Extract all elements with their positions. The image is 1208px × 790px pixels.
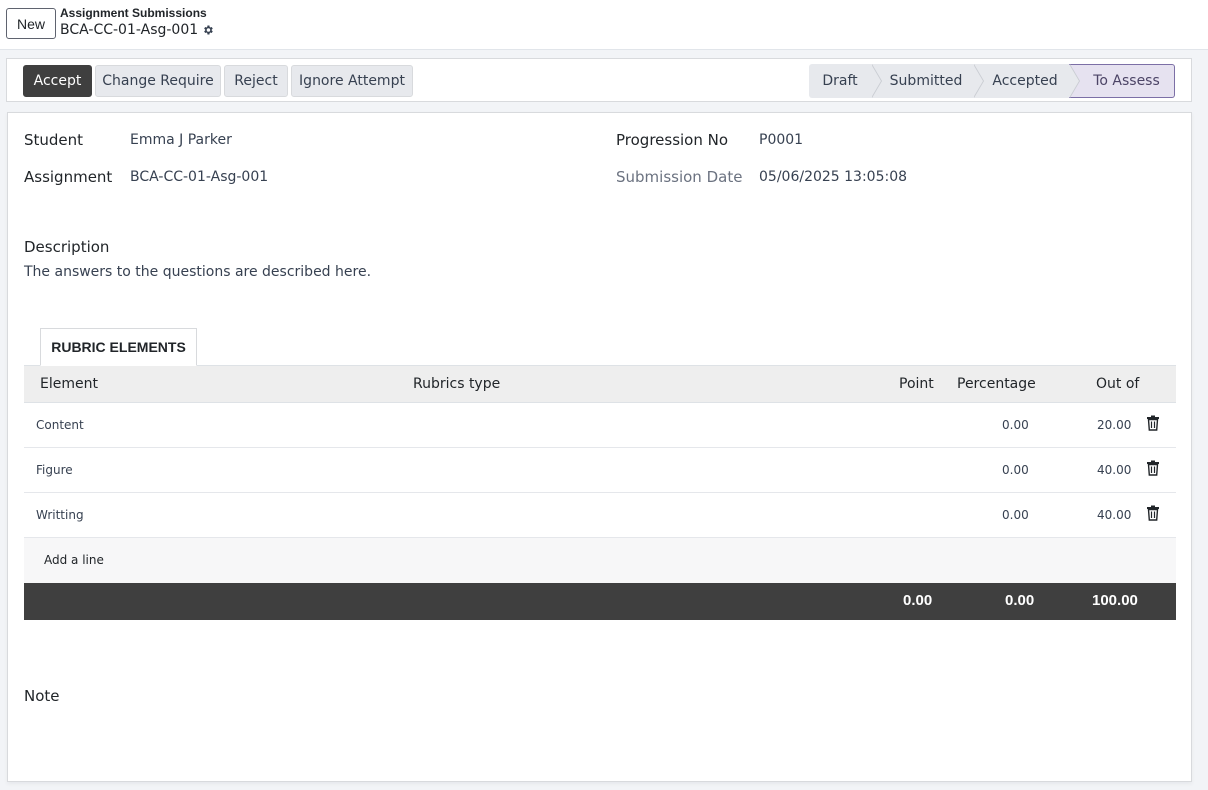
stage-label: Submitted: [889, 73, 963, 89]
submission-date-field: 05/06/2025 13:05:08: [759, 169, 908, 185]
stage-label: To Assess: [1093, 73, 1160, 89]
breadcrumb-parent[interactable]: Assignment Submissions: [60, 6, 207, 20]
total-percentage: 0.00: [1005, 592, 1035, 609]
stage-to-assess[interactable]: To Assess: [1069, 64, 1175, 98]
trash-icon[interactable]: [1146, 415, 1160, 431]
total-point: 0.00: [903, 592, 933, 609]
cell-out-of: 40.00: [1097, 463, 1132, 477]
stage-accepted[interactable]: Accepted: [973, 64, 1080, 98]
cell-out-of: 20.00: [1097, 418, 1132, 432]
total-out-of: 100.00: [1092, 592, 1138, 609]
table-header: Element Rubrics type Point Percentage Ou…: [24, 365, 1176, 403]
submission-date-label: Submission Date: [616, 168, 743, 186]
table-row[interactable]: Figure 0.00 40.00: [24, 448, 1176, 493]
note-label: Note: [24, 687, 60, 705]
table-row[interactable]: Writting 0.00 40.00: [24, 493, 1176, 538]
table-footer-totals: 0.00 0.00 100.00: [24, 583, 1176, 620]
column-element[interactable]: Element: [40, 376, 98, 392]
tab-rubric-elements[interactable]: RUBRIC ELEMENTS: [40, 328, 197, 366]
cell-element: Writting: [36, 508, 84, 522]
column-rubrics-type[interactable]: Rubrics type: [413, 376, 500, 392]
ignore-attempt-button[interactable]: Ignore Attempt: [291, 65, 413, 97]
statusbar: Accept Change Require Reject Ignore Atte…: [6, 58, 1192, 102]
note-field[interactable]: [24, 713, 1174, 763]
table-row[interactable]: Content 0.00 20.00: [24, 403, 1176, 448]
stage-label: Accepted: [992, 73, 1058, 89]
student-label: Student: [24, 131, 84, 149]
stage-pipeline: Draft Submitted Accepted To Assess: [809, 64, 1175, 98]
rubric-table: Element Rubrics type Point Percentage Ou…: [24, 365, 1176, 620]
description-label: Description: [24, 238, 110, 256]
accept-button[interactable]: Accept: [23, 65, 92, 97]
control-panel: New Assignment Submissions BCA-CC-01-Asg…: [0, 0, 1208, 50]
assignment-field[interactable]: BCA-CC-01-Asg-001: [130, 169, 268, 185]
add-line-row: Add a line: [24, 538, 1176, 583]
cell-out-of: 40.00: [1097, 508, 1132, 522]
column-point[interactable]: Point: [899, 376, 934, 392]
reject-button[interactable]: Reject: [224, 65, 288, 97]
column-out-of[interactable]: Out of: [1096, 376, 1139, 392]
assignment-label: Assignment: [24, 168, 113, 186]
stage-submitted[interactable]: Submitted: [871, 64, 984, 98]
progression-label: Progression No: [616, 131, 729, 149]
change-require-button[interactable]: Change Require: [95, 65, 221, 97]
cell-element: Content: [36, 418, 84, 432]
gear-icon[interactable]: [202, 24, 214, 36]
add-line-link[interactable]: Add a line: [44, 553, 104, 567]
column-percentage[interactable]: Percentage: [957, 376, 1036, 392]
stage-draft[interactable]: Draft: [809, 64, 882, 98]
stage-label: Draft: [822, 73, 858, 89]
record-name: BCA-CC-01-Asg-001: [60, 22, 199, 38]
trash-icon[interactable]: [1146, 460, 1160, 476]
form-sheet: Student Emma J Parker Assignment BCA-CC-…: [7, 112, 1192, 782]
student-field[interactable]: Emma J Parker: [130, 132, 232, 148]
cell-element: Figure: [36, 463, 73, 477]
description-field[interactable]: The answers to the questions are describ…: [24, 264, 371, 280]
new-button[interactable]: New: [6, 8, 56, 39]
cell-percentage: 0.00: [1002, 508, 1029, 522]
cell-percentage: 0.00: [1002, 463, 1029, 477]
breadcrumb-current: BCA-CC-01-Asg-001: [60, 22, 214, 38]
cell-percentage: 0.00: [1002, 418, 1029, 432]
progression-field[interactable]: P0001: [759, 132, 803, 148]
trash-icon[interactable]: [1146, 505, 1160, 521]
